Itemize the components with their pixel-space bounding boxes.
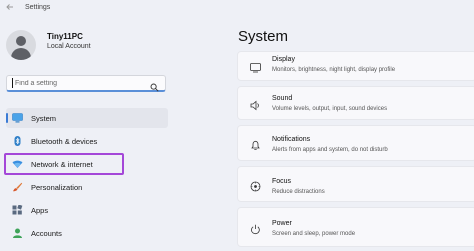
settings-card-display[interactable]: Display Monitors, brightness, night ligh… [237, 51, 474, 81]
monitor-icon [12, 113, 23, 123]
settings-card-focus[interactable]: Focus Reduce distractions [237, 166, 474, 202]
page-title: System [238, 28, 289, 45]
settings-card-notifications[interactable]: Notifications Alerts from apps and syste… [237, 125, 474, 161]
settings-card-sound[interactable]: Sound Volume levels, output, input, soun… [237, 86, 474, 120]
card-subtitle: Volume levels, output, input, sound devi… [272, 106, 388, 112]
card-title: Sound [272, 95, 293, 102]
bluetooth-icon [12, 136, 23, 146]
sidebar-item-label: Personalization [31, 183, 83, 192]
user-profile[interactable]: Tiny11PC Local Account [6, 30, 166, 70]
card-title: Notifications [272, 136, 311, 143]
sidebar-item-label: Apps [31, 206, 49, 215]
sidebar: Tiny11PC Local Account System Bluetooth … [0, 16, 174, 251]
search-input[interactable] [15, 79, 145, 87]
focus-icon [250, 179, 261, 192]
card-title: Display [272, 56, 295, 63]
sidebar-item-system[interactable]: System [6, 108, 168, 128]
back-arrow-icon[interactable] [5, 2, 15, 12]
bell-icon [250, 138, 261, 151]
paintbrush-icon [12, 182, 23, 192]
sidebar-item-label: Bluetooth & devices [31, 137, 98, 146]
sidebar-item-label: Accounts [31, 229, 62, 238]
settings-card-power[interactable]: Power Screen and sleep, power mode [237, 207, 474, 247]
sidebar-item-bluetooth[interactable]: Bluetooth & devices [6, 131, 168, 151]
apps-icon [12, 204, 23, 215]
person-icon [12, 228, 23, 238]
sidebar-item-label: System [31, 114, 57, 123]
card-subtitle: Alerts from apps and system, do not dist… [272, 147, 388, 153]
active-indicator [6, 113, 8, 123]
avatar [6, 30, 36, 60]
card-subtitle: Screen and sleep, power mode [272, 231, 356, 237]
card-subtitle: Monitors, brightness, night light, displ… [272, 67, 396, 73]
sidebar-item-apps[interactable]: Apps [6, 200, 168, 220]
card-title: Focus [272, 178, 292, 185]
text-cursor [12, 78, 13, 88]
display-icon [250, 60, 261, 73]
highlight-annotation [4, 153, 124, 175]
card-title: Power [272, 220, 292, 227]
search-icon[interactable] [150, 79, 159, 92]
title-bar: Settings [0, 0, 474, 16]
power-icon [250, 222, 261, 235]
card-subtitle: Reduce distractions [272, 189, 325, 195]
sidebar-item-personalization[interactable]: Personalization [6, 177, 168, 197]
profile-name: Tiny11PC [47, 32, 83, 41]
search-box[interactable] [6, 75, 166, 92]
speaker-icon [250, 98, 261, 111]
app-title: Settings [25, 4, 51, 11]
profile-account-type: Local Account [47, 43, 91, 50]
sidebar-item-accounts[interactable]: Accounts [6, 223, 168, 243]
